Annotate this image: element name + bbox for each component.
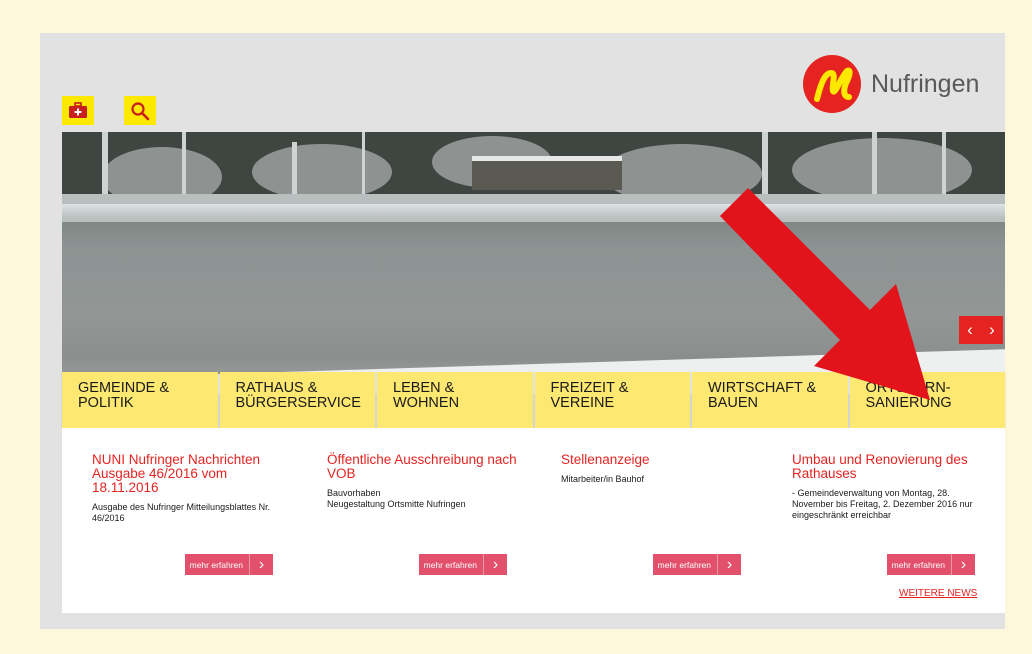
logo-n-icon xyxy=(814,67,853,102)
news-item: Umbau und Renovierung des Rathauses - Ge… xyxy=(792,453,982,521)
more-label: mehr erfahren xyxy=(189,559,243,570)
nav-item-freizeit-vereine[interactable]: Freizeit & Vereine xyxy=(534,372,690,428)
nav-label-line1: Ortskern- xyxy=(865,380,951,396)
nav-label-line2: Sanierung xyxy=(865,395,952,411)
nav-item-wirtschaft-bauen[interactable]: Wirtschaft & Bauen xyxy=(692,372,848,428)
website-page: Nufringen ‹ › Gemeind xyxy=(40,33,1005,629)
nav-label-line1: Gemeinde & xyxy=(78,380,170,396)
nav-label-line2: Vereine xyxy=(550,395,615,411)
nav-label-line2: Wohnen xyxy=(393,395,460,411)
news-more-button[interactable]: mehr erfahren › xyxy=(653,554,741,575)
news-item: Öffentliche Ausschreibung nach VOB Bauvo… xyxy=(327,453,517,510)
more-label: mehr erfahren xyxy=(891,559,945,570)
nav-label-line1: Wirtschaft & xyxy=(708,380,817,396)
more-news-link[interactable]: WEITERE NEWS xyxy=(899,588,977,599)
news-description: Mitarbeiter/in Bauhof xyxy=(561,474,645,484)
hero-image xyxy=(62,132,1005,394)
first-aid-kit-icon xyxy=(69,102,87,118)
news-item: Stellenanzeige Mitarbeiter/in Bauhof xyxy=(561,453,751,485)
news-description: Bauvorhaben Neugestaltung Ortsmitte Nufr… xyxy=(327,488,466,509)
nav-item-rathaus-buergerservice[interactable]: Rathaus & Bürgerservice xyxy=(219,372,375,428)
news-description: - Gemeindeverwaltung von Montag, 28. Nov… xyxy=(792,488,973,520)
carousel-controls: ‹ › xyxy=(959,316,1003,344)
news-title[interactable]: NUNI Nufringer Nachrichten Ausgabe 46/20… xyxy=(92,453,282,495)
search-button[interactable] xyxy=(124,96,156,125)
first-aid-kit-button[interactable] xyxy=(62,96,94,125)
chevron-right-icon: › xyxy=(717,554,741,575)
news-more-button[interactable]: mehr erfahren › xyxy=(419,554,507,575)
news-item: NUNI Nufringer Nachrichten Ausgabe 46/20… xyxy=(92,453,282,524)
carousel-prev-button[interactable]: ‹ xyxy=(959,316,981,344)
nav-item-ortskern-sanierung[interactable]: Ortskern- Sanierung xyxy=(849,372,1005,428)
nav-item-leben-wohnen[interactable]: Leben & Wohnen xyxy=(377,372,533,428)
chevron-right-icon: › xyxy=(483,554,507,575)
nav-label-line1: Freizeit & xyxy=(550,380,629,396)
news-title[interactable]: Umbau und Renovierung des Rathauses xyxy=(792,453,982,481)
nav-item-gemeinde-politik[interactable]: Gemeinde & Politik xyxy=(62,372,218,428)
carousel-next-button[interactable]: › xyxy=(981,316,1003,344)
nav-label-line1: Leben & xyxy=(393,380,455,396)
nav-label-line2: Bauen xyxy=(708,395,758,411)
more-label: mehr erfahren xyxy=(657,559,711,570)
nav-label-line2: Bürgerservice xyxy=(235,395,361,411)
chevron-right-icon: › xyxy=(951,554,975,575)
site-logo[interactable]: Nufringen xyxy=(803,55,979,113)
news-title[interactable]: Öffentliche Ausschreibung nach VOB xyxy=(327,453,517,481)
nav-label-line2: Politik xyxy=(78,395,134,411)
logo-mark xyxy=(803,55,861,113)
chevron-right-icon: › xyxy=(249,554,273,575)
pond-edge xyxy=(62,204,1005,218)
nav-label-line1: Rathaus & xyxy=(235,380,318,396)
news-section: NUNI Nufringer Nachrichten Ausgabe 46/20… xyxy=(62,428,1005,613)
more-label: mehr erfahren xyxy=(423,559,477,570)
search-icon xyxy=(131,101,150,120)
news-description: Ausgabe des Nufringer Mitteilungsblattes… xyxy=(92,502,271,523)
news-more-button[interactable]: mehr erfahren › xyxy=(185,554,273,575)
main-navigation: Gemeinde & Politik Rathaus & Bürgerservi… xyxy=(62,372,1005,428)
logo-text: Nufringen xyxy=(871,69,980,98)
news-more-button[interactable]: mehr erfahren › xyxy=(887,554,975,575)
news-title[interactable]: Stellenanzeige xyxy=(561,453,751,467)
